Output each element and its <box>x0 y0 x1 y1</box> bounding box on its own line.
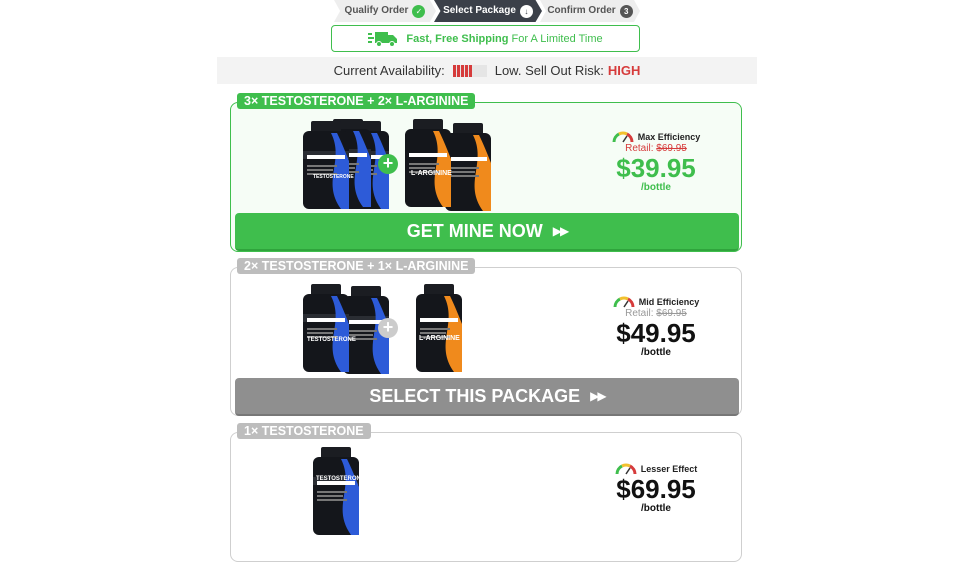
step-label: Qualify Order <box>344 5 409 16</box>
step-number-badge: 3 <box>619 4 633 18</box>
bottle-label: TESTOSTERONE <box>307 337 356 343</box>
availability-bar: Current Availability: Low. Sell Out Risk… <box>217 57 757 84</box>
efficiency-label: Mid Efficiency <box>638 297 700 307</box>
truck-icon <box>368 31 398 47</box>
risk-value: HIGH <box>607 63 641 78</box>
per-bottle-label: /bottle <box>641 182 671 193</box>
price-box: Max Efficiency Retail: $69.95 $39.95 /bo… <box>601 131 711 193</box>
package-price: $69.95 <box>616 474 696 504</box>
efficiency-indicator: Max Efficiency <box>601 131 711 143</box>
download-arrow-icon: ↓ <box>519 4 533 18</box>
arginine-bottle: L-ARGININE <box>405 119 491 211</box>
stock-meter <box>452 64 487 77</box>
double-arrow-icon: ▶▶ <box>552 224 570 238</box>
per-bottle-label: /bottle <box>641 347 671 358</box>
step-select-package: Select Package ↓ <box>434 0 542 22</box>
bottle-label: L-ARGININE <box>411 170 452 177</box>
efficiency-label: Max Efficiency <box>637 132 701 142</box>
step-label: Select Package <box>443 5 516 16</box>
package-price: $39.95 <box>616 153 696 183</box>
cta-label: SELECT THIS PACKAGE <box>369 385 581 406</box>
select-this-package-button[interactable]: SELECT THIS PACKAGE ▶▶ <box>235 378 739 416</box>
gauge-icon <box>613 296 635 308</box>
get-mine-now-button[interactable]: GET MINE NOW ▶▶ <box>235 213 739 251</box>
cta-label: GET MINE NOW <box>406 220 543 241</box>
product-bottles: TESTOSTERONE + L-ARGININE <box>231 268 571 374</box>
step-label: Confirm Order <box>547 5 616 16</box>
shipping-text: For A Limited Time <box>511 32 603 45</box>
efficiency-label: Lesser Effect <box>640 464 698 474</box>
gauge-icon <box>612 131 634 143</box>
package-card-1[interactable]: 1× TESTOSTERONE TESTOSTERONE Lesser Effe… <box>230 423 742 562</box>
checkout-progress: Qualify Order ✓ Select Package ↓ Confirm… <box>334 0 640 22</box>
product-bottles: TESTOSTERONE <box>231 433 571 535</box>
availability-label: Current Availability: <box>333 63 445 78</box>
double-arrow-icon: ▶▶ <box>590 389 607 403</box>
price-box: Lesser Effect $69.95 /bottle <box>601 463 711 514</box>
bottle-label: TESTOSTERONE <box>313 174 354 180</box>
product-bottles: TESTOSTERONE + L-ARGININE <box>231 103 571 211</box>
per-bottle-label: /bottle <box>641 503 671 514</box>
step-qualify-order: Qualify Order ✓ <box>334 0 436 22</box>
package-card-3plus2[interactable]: 3× TESTOSTERONE + 2× L-ARGININE TESTOSTE… <box>230 93 742 252</box>
plus-icon: + <box>378 318 398 338</box>
plus-icon: + <box>378 154 398 174</box>
arginine-bottle: L-ARGININE <box>416 284 462 372</box>
testosterone-bottle: TESTOSTERONE <box>313 447 363 535</box>
package-card-2plus1[interactable]: 2× TESTOSTERONE + 1× L-ARGININE TESTOSTE… <box>230 258 742 416</box>
check-icon: ✓ <box>412 4 426 18</box>
package-price: $49.95 <box>616 318 696 348</box>
efficiency-indicator: Mid Efficiency <box>601 296 711 308</box>
bottle-label: TESTOSTERONE <box>316 476 363 482</box>
bottle-label: L-ARGININE <box>419 335 460 342</box>
price-box: Mid Efficiency Retail: $69.95 $49.95 /bo… <box>601 296 711 358</box>
step-confirm-order: Confirm Order 3 <box>540 0 640 22</box>
testosterone-bottle: TESTOSTERONE <box>303 284 389 374</box>
risk-label: Low. Sell Out Risk: <box>494 63 604 78</box>
shipping-banner: Fast, Free Shipping For A Limited Time <box>331 25 640 52</box>
shipping-bold-text: Fast, Free Shipping <box>406 32 509 45</box>
